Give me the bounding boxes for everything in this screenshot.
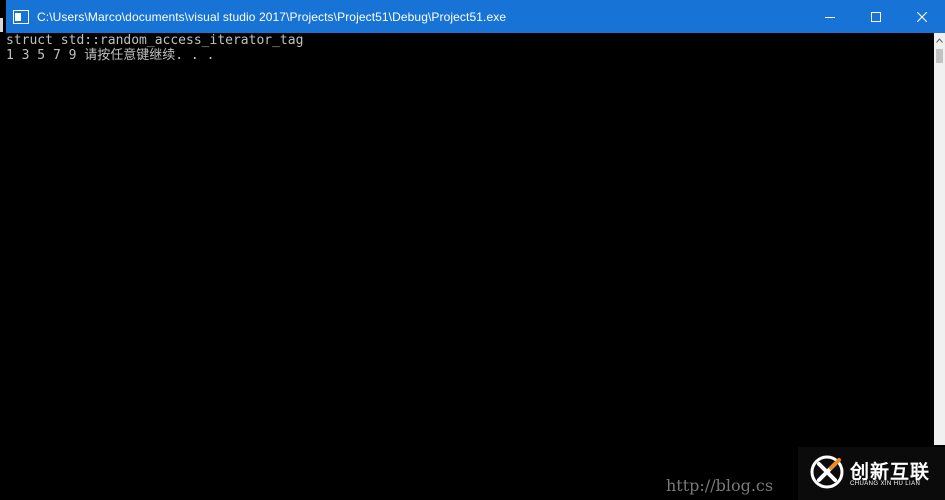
close-icon xyxy=(917,11,927,22)
watermark-url: http://blog.cs xyxy=(666,476,774,495)
edge-mark xyxy=(0,18,3,32)
scroll-up-button[interactable] xyxy=(934,33,945,47)
minimize-button[interactable] xyxy=(807,0,853,33)
console-line: struct std::random_access_iterator_tag xyxy=(6,33,304,48)
window-controls xyxy=(807,0,945,33)
logo-name-en: CHUANG XIN HU LIAN xyxy=(850,481,921,487)
brand-logo: 创新互联 CHUANG XIN HU LIAN xyxy=(798,447,945,500)
title-bar[interactable]: C:\Users\Marco\documents\visual studio 2… xyxy=(6,0,945,33)
window-title: C:\Users\Marco\documents\visual studio 2… xyxy=(37,9,507,24)
maximize-icon xyxy=(871,11,881,22)
console-window: C:\Users\Marco\documents\visual studio 2… xyxy=(0,0,945,500)
scroll-thumb[interactable] xyxy=(936,49,943,63)
vertical-scrollbar[interactable] xyxy=(934,33,945,445)
console-line: 1 3 5 7 9 请按任意键继续. . . xyxy=(6,48,215,63)
maximize-button[interactable] xyxy=(853,0,899,33)
close-button[interactable] xyxy=(899,0,945,33)
console-app-icon[interactable] xyxy=(13,9,29,24)
minimize-icon xyxy=(825,16,835,18)
x-logo-icon xyxy=(810,455,844,489)
logo-name-cn: 创新互联 xyxy=(850,461,931,483)
chevron-up-icon xyxy=(936,37,943,43)
console-output[interactable]: struct std::random_access_iterator_tag 1… xyxy=(6,33,934,496)
